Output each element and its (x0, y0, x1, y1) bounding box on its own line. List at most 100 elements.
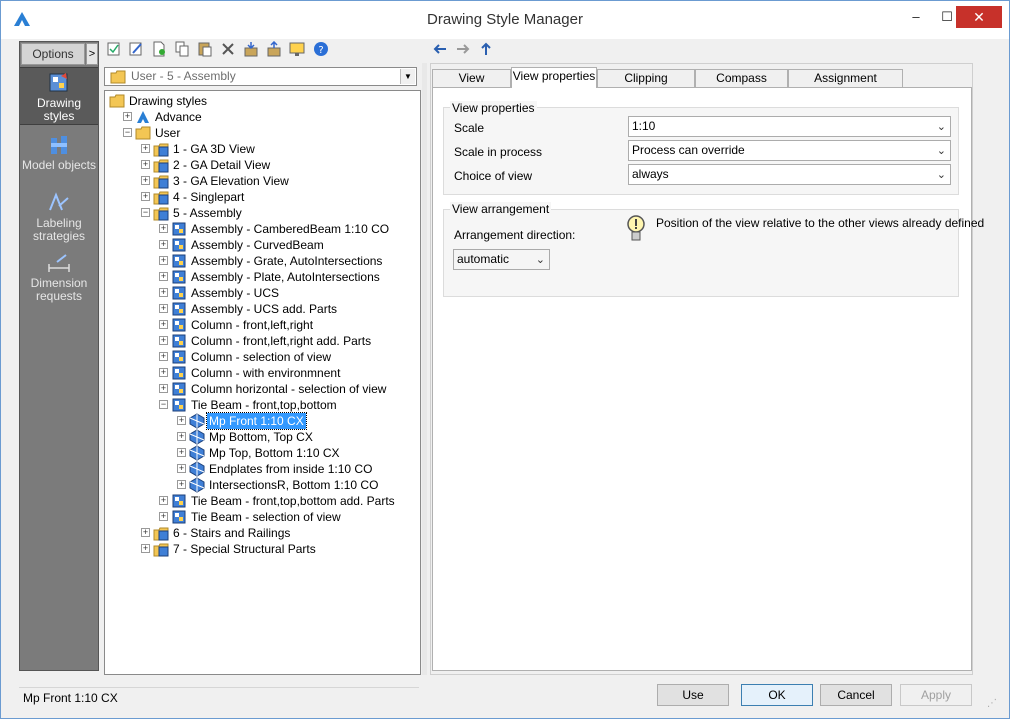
drawing-style-icon (172, 238, 186, 252)
chevron-down-icon[interactable]: ▼ (400, 69, 415, 84)
expand-icon[interactable]: + (123, 112, 132, 121)
tree-node[interactable]: + Assembly - CurvedBeam (105, 237, 415, 253)
apply-button[interactable]: Apply (900, 684, 972, 706)
options-button[interactable]: Options (21, 43, 85, 65)
tree-node[interactable]: + Assembly - UCS add. Parts (105, 301, 415, 317)
expand-icon[interactable]: + (159, 352, 168, 361)
tree-node[interactable]: + Mp Front 1:10 CX (105, 412, 415, 430)
tree-node[interactable]: +2 - GA Detail View (105, 157, 415, 173)
delete-icon[interactable] (220, 41, 236, 59)
expand-icon[interactable]: + (177, 480, 186, 489)
expand-icon[interactable]: + (141, 160, 150, 169)
tree-node[interactable]: + Column horizontal - selection of view (105, 381, 415, 397)
tree-node-label: Drawing styles (129, 94, 208, 108)
collapse-icon[interactable]: − (141, 208, 150, 217)
tree-node[interactable]: + Assembly - Grate, AutoIntersections (105, 253, 415, 269)
collapse-icon[interactable]: − (123, 128, 132, 137)
tree-node[interactable]: +6 - Stairs and Railings (105, 525, 415, 541)
scale-select[interactable]: 1:10 ⌄ (628, 116, 951, 137)
expand-icon[interactable]: + (159, 288, 168, 297)
sidebar: Options > Drawing styles Model objects L… (19, 41, 99, 671)
tree-node[interactable]: + Tie Beam - selection of view (105, 509, 415, 525)
expand-icon[interactable]: + (159, 320, 168, 329)
sidebar-item-model-objects[interactable]: Model objects (20, 130, 98, 176)
expand-icon[interactable]: + (177, 416, 186, 425)
expand-icon[interactable]: + (159, 256, 168, 265)
expand-icon[interactable]: + (159, 496, 168, 505)
options-expand-button[interactable]: > (86, 43, 98, 65)
tree-node[interactable]: + Assembly - Plate, AutoIntersections (105, 269, 415, 285)
resize-grip-icon[interactable]: ⋰ (987, 698, 999, 710)
expand-icon[interactable]: + (159, 336, 168, 345)
tab-clipping-properties[interactable]: Clipping properties (597, 69, 695, 101)
back-arrow-icon[interactable] (432, 41, 448, 59)
tree-node[interactable]: +1 - GA 3D View (105, 141, 415, 157)
splitter[interactable] (422, 63, 427, 675)
cancel-button[interactable]: Cancel (820, 684, 892, 706)
expand-icon[interactable]: + (177, 448, 186, 457)
style-combo[interactable]: User - 5 - Assembly ▼ (104, 67, 417, 86)
tree-node[interactable]: +3 - GA Elevation View (105, 173, 415, 189)
tree-node[interactable]: +7 - Special Structural Parts (105, 541, 415, 557)
tab-view-definition[interactable]: View definition (432, 69, 511, 101)
tab-assignment-categories[interactable]: Assignment categories (788, 69, 903, 101)
sidebar-item-labeling-strategies[interactable]: Labeling strategies (20, 188, 98, 244)
close-button[interactable]: ✕ (956, 6, 1002, 28)
minimize-button[interactable]: – (901, 6, 931, 28)
use-button[interactable]: Use (657, 684, 729, 706)
expand-icon[interactable]: + (141, 176, 150, 185)
tree-node[interactable]: + Assembly - UCS (105, 285, 415, 301)
tree-node[interactable]: + IntersectionsR, Bottom 1:10 CO (105, 477, 415, 493)
expand-icon[interactable]: + (159, 384, 168, 393)
sidebar-item-dimension-requests[interactable]: Dimension requests (20, 248, 98, 304)
expand-icon[interactable]: + (159, 224, 168, 233)
choice-of-view-select[interactable]: always ⌄ (628, 164, 951, 185)
collapse-icon[interactable]: − (159, 400, 168, 409)
tab-compass-position[interactable]: Compass position (695, 69, 788, 101)
expand-icon[interactable]: + (177, 464, 186, 473)
expand-icon[interactable]: + (159, 240, 168, 249)
tree-node[interactable]: + Column - selection of view (105, 349, 415, 365)
tree-node[interactable]: + Assembly - CamberedBeam 1:10 CO (105, 221, 415, 237)
copy-icon[interactable] (174, 41, 190, 59)
tree-node[interactable]: + Mp Bottom, Top CX (105, 429, 415, 445)
forward-arrow-icon[interactable] (455, 41, 471, 59)
tab-view-properties[interactable]: View properties (511, 67, 597, 88)
expand-icon[interactable]: + (141, 192, 150, 201)
tree-node[interactable]: − Tie Beam - front,top,bottom (105, 397, 415, 413)
paste-icon[interactable] (197, 41, 213, 59)
tree-node[interactable]: + Mp Top, Bottom 1:10 CX (105, 445, 415, 461)
expand-icon[interactable]: + (159, 304, 168, 313)
arrangement-direction-select[interactable]: automatic ⌄ (453, 249, 550, 270)
import-icon[interactable] (243, 41, 259, 59)
expand-icon[interactable]: + (141, 528, 150, 537)
expand-icon[interactable]: + (159, 512, 168, 521)
tree-node[interactable]: +4 - Singlepart (105, 189, 415, 205)
tree-node[interactable]: − 5 - Assembly (105, 205, 415, 221)
expand-icon[interactable]: + (159, 272, 168, 281)
drawing-styles-tree[interactable]: Drawing styles + Advance − User +1 - GA 3D Vi… (104, 90, 421, 675)
tree-node[interactable]: − User (105, 125, 415, 141)
help-icon[interactable]: ? (313, 41, 329, 59)
lightbulb-icon (627, 215, 645, 241)
up-arrow-icon[interactable] (478, 41, 494, 59)
expand-icon[interactable]: + (177, 432, 186, 441)
tree-node[interactable]: + Tie Beam - front,top,bottom add. Parts (105, 493, 415, 509)
expand-icon[interactable]: + (141, 144, 150, 153)
tree-node[interactable]: + Advance (105, 109, 415, 125)
export-icon[interactable] (266, 40, 282, 59)
scale-in-process-select[interactable]: Process can override ⌄ (628, 140, 951, 161)
tree-node[interactable]: + Column - front,left,right (105, 317, 415, 333)
tree-node[interactable]: + Column - with environmnent (105, 365, 415, 381)
tree-node[interactable]: + Column - front,left,right add. Parts (105, 333, 415, 349)
new-icon[interactable] (151, 41, 167, 59)
sidebar-item-drawing-styles[interactable]: Drawing styles (20, 67, 98, 125)
ok-button[interactable]: OK (741, 684, 813, 706)
expand-icon[interactable]: + (159, 368, 168, 377)
tree-node[interactable]: Drawing styles (105, 93, 415, 109)
edit-icon[interactable] (128, 41, 144, 59)
preview-icon[interactable] (289, 41, 305, 59)
tree-node[interactable]: + Endplates from inside 1:10 CO (105, 461, 415, 477)
expand-icon[interactable]: + (141, 544, 150, 553)
check-icon[interactable] (106, 41, 122, 59)
